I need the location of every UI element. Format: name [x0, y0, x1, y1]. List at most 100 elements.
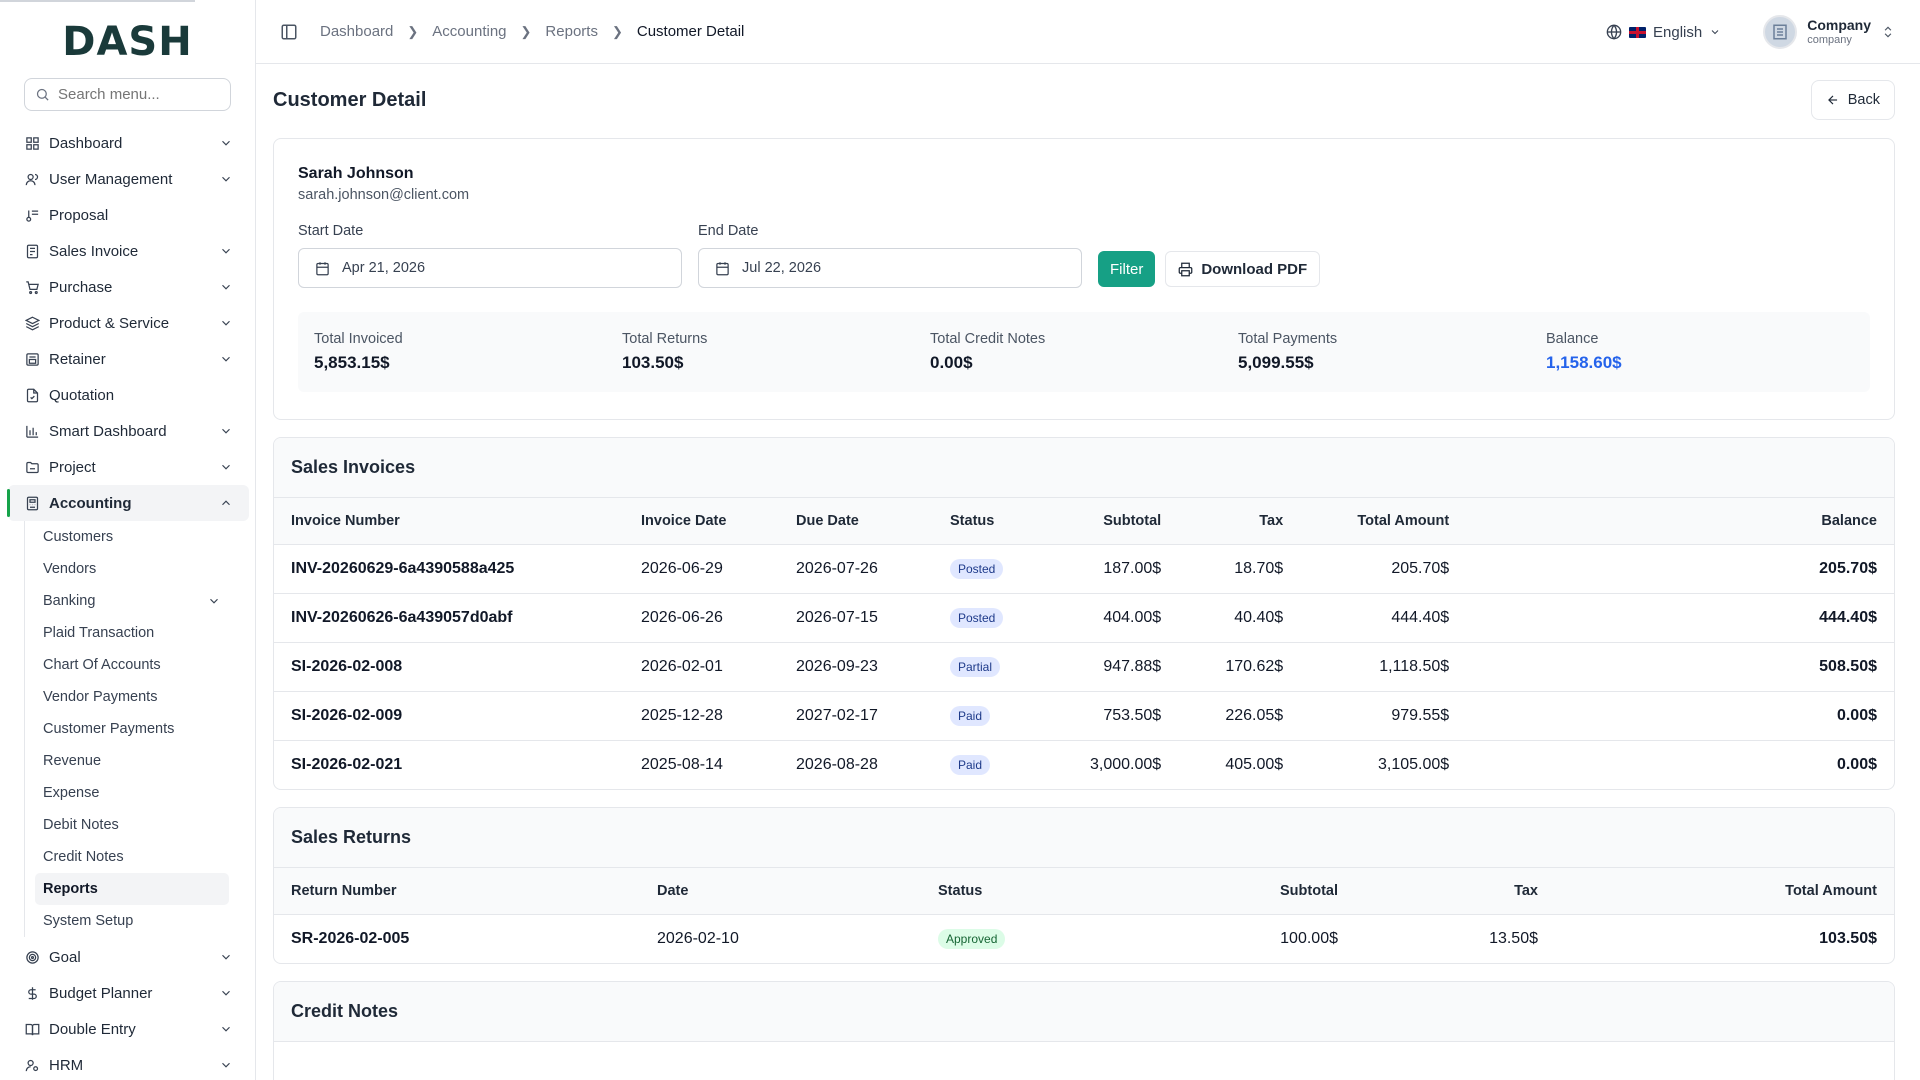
subnav-item-label: Debit Notes	[43, 817, 119, 833]
company-subtitle: company	[1807, 33, 1852, 46]
sidebar-item-product-service[interactable]: Product & Service	[8, 305, 249, 341]
subnav-item-label: Customers	[43, 529, 114, 545]
sidebar-item-label: Purchase	[49, 278, 113, 296]
chevron-down-icon	[222, 284, 230, 290]
subnav-item-credit-notes[interactable]: Credit Notes	[35, 841, 229, 873]
chevron-up-down-icon[interactable]	[1881, 25, 1895, 39]
subnav-item-plaid-transaction[interactable]: Plaid Transaction	[35, 617, 229, 649]
breadcrumb-accounting[interactable]: Accounting	[432, 23, 506, 40]
table-row[interactable]: INV-20260626-6a439057d0abf 2026-06-26 20…	[274, 593, 1894, 643]
summary-label: Total Payments	[1238, 331, 1338, 347]
summary-value: 103.50$	[622, 353, 684, 372]
company-switcher[interactable]: Company company	[1807, 17, 1871, 46]
invoice-date: 2026-02-01	[624, 642, 779, 692]
end-date-field[interactable]: Jul 22, 2026	[698, 248, 1082, 288]
back-button[interactable]: Back	[1810, 80, 1895, 120]
invoice-number[interactable]: INV-20260629-6a4390588a425	[274, 544, 624, 594]
logo[interactable]: DASH	[0, 0, 255, 78]
customer-email: sarah.johnson@client.com	[298, 187, 470, 203]
sidebar-item-retainer[interactable]: Retainer	[8, 341, 249, 377]
total-amount: 205.70$	[1300, 544, 1467, 594]
invoice-number[interactable]: SI-2026-02-009	[274, 691, 624, 741]
avatar[interactable]	[1763, 15, 1798, 49]
sidebar-item-proposal[interactable]: Proposal	[8, 197, 249, 233]
invoice-number[interactable]: INV-20260626-6a439057d0abf	[274, 593, 624, 643]
table-row[interactable]: INV-20260629-6a4390588a425 2026-06-29 20…	[274, 544, 1894, 594]
breadcrumb-dashboard[interactable]: Dashboard	[320, 23, 393, 40]
chevron-down-icon	[222, 428, 230, 434]
search-input[interactable]	[58, 86, 220, 103]
subnav-item-chart-of-accounts[interactable]: Chart Of Accounts	[35, 649, 229, 681]
balance: 0.00$	[1836, 755, 1877, 773]
subnav-item-vendor-payments[interactable]: Vendor Payments	[35, 681, 229, 713]
start-date-field[interactable]: Apr 21, 2026	[298, 248, 682, 288]
sidebar-nav-lower: Goal Budget Planner Double Entry HRM	[0, 939, 255, 1080]
breadcrumb-reports[interactable]: Reports	[545, 23, 598, 40]
subnav-item-reports[interactable]: Reports	[35, 873, 229, 905]
sidebar-item-sales-invoice[interactable]: Sales Invoice	[8, 233, 249, 269]
subnav-item-label: Banking	[43, 593, 96, 609]
table-row[interactable]: SR-2026-02-005 2026-02-10 Approved 100.0…	[274, 914, 1894, 963]
subnav-item-banking[interactable]: Banking	[35, 585, 229, 617]
table-row[interactable]: SI-2026-02-021 2025-08-14 2026-08-28 Pai…	[274, 740, 1894, 789]
summary-label: Total Credit Notes	[930, 331, 1046, 347]
status-cell: Paid	[933, 691, 1073, 741]
sidebar-item-smart-dashboard[interactable]: Smart Dashboard	[8, 413, 249, 449]
status-badge: Approved	[938, 928, 1006, 949]
sidebar-item-goal[interactable]: Goal	[8, 939, 249, 975]
chevron-down-icon	[222, 176, 230, 182]
table-row[interactable]: SI-2026-02-009 2025-12-28 2027-02-17 Pai…	[274, 691, 1894, 741]
subnav-item-revenue[interactable]: Revenue	[35, 745, 229, 777]
status-cell: Approved	[921, 914, 1161, 963]
status-badge: Posted	[950, 607, 1004, 628]
table-row[interactable]: SI-2026-02-008 2026-02-01 2026-09-23 Par…	[274, 642, 1894, 692]
summary-label: Balance	[1546, 331, 1599, 347]
search-icon	[36, 88, 49, 101]
subnav-item-customers[interactable]: Customers	[35, 521, 229, 553]
chevron-down-icon	[222, 248, 230, 254]
sidebar-nav: Dashboard User Management Proposal Sales…	[0, 125, 255, 521]
sidebar-item-dashboard[interactable]: Dashboard	[8, 125, 249, 161]
download-pdf-button[interactable]: Download PDF	[1165, 251, 1321, 287]
subnav-item-debit-notes[interactable]: Debit Notes	[35, 809, 229, 841]
sidebar-item-accounting[interactable]: Accounting	[7, 485, 249, 521]
subnav-item-system-setup[interactable]: System Setup	[35, 905, 229, 937]
subnav-item-customer-payments[interactable]: Customer Payments	[35, 713, 229, 745]
balance: 444.40$	[1466, 593, 1894, 643]
invoice-number[interactable]: SI-2026-02-008	[274, 642, 624, 692]
balance: 0.00$	[1466, 691, 1894, 741]
filter-button[interactable]: Filter	[1098, 251, 1156, 287]
sidebar-item-label: Smart Dashboard	[49, 422, 167, 440]
sidebar-item-budget-planner[interactable]: Budget Planner	[8, 975, 249, 1011]
empty-state	[274, 1042, 1894, 1080]
due-date: 2027-02-17	[779, 691, 933, 741]
language-switcher[interactable]: English	[1606, 24, 1721, 41]
subnav-item-label: Vendors	[43, 561, 97, 577]
balance: 508.50$	[1466, 642, 1894, 692]
invoice-number[interactable]: SI-2026-02-021	[274, 740, 624, 789]
subnav-item-vendors[interactable]: Vendors	[35, 553, 229, 585]
summary-total-returns: Total Returns 103.50$	[622, 331, 930, 373]
printer-icon	[1178, 262, 1193, 276]
sidebar-toggle-icon[interactable]	[280, 23, 298, 41]
sidebar-item-label: HRM	[49, 1056, 84, 1074]
sidebar-item-double-entry[interactable]: Double Entry	[8, 1011, 249, 1047]
summary-total-credit-notes: Total Credit Notes 0.00$	[930, 331, 1238, 373]
sidebar-item-label: Sales Invoice	[49, 242, 139, 260]
language-label: English	[1653, 23, 1703, 41]
subnav-item-expense[interactable]: Expense	[35, 777, 229, 809]
sidebar-item-quotation[interactable]: Quotation	[8, 377, 249, 413]
sidebar-search[interactable]	[24, 78, 231, 111]
sidebar-item-purchase[interactable]: Purchase	[8, 269, 249, 305]
subnav-item-label: Reports	[43, 881, 98, 897]
grid-icon	[24, 135, 40, 151]
sidebar-item-project[interactable]: Project	[8, 449, 249, 485]
tax: 170.62$	[1178, 642, 1301, 692]
sidebar-item-user-management[interactable]: User Management	[8, 161, 249, 197]
chevron-down-icon	[210, 598, 218, 604]
return-number[interactable]: SR-2026-02-005	[274, 914, 640, 963]
start-date-group: Start Date Apr 21, 2026	[298, 223, 682, 288]
end-date-label: End Date	[698, 223, 759, 239]
sidebar-item-hrm[interactable]: HRM	[8, 1047, 249, 1080]
subtotal: 100.00$	[1280, 929, 1338, 947]
